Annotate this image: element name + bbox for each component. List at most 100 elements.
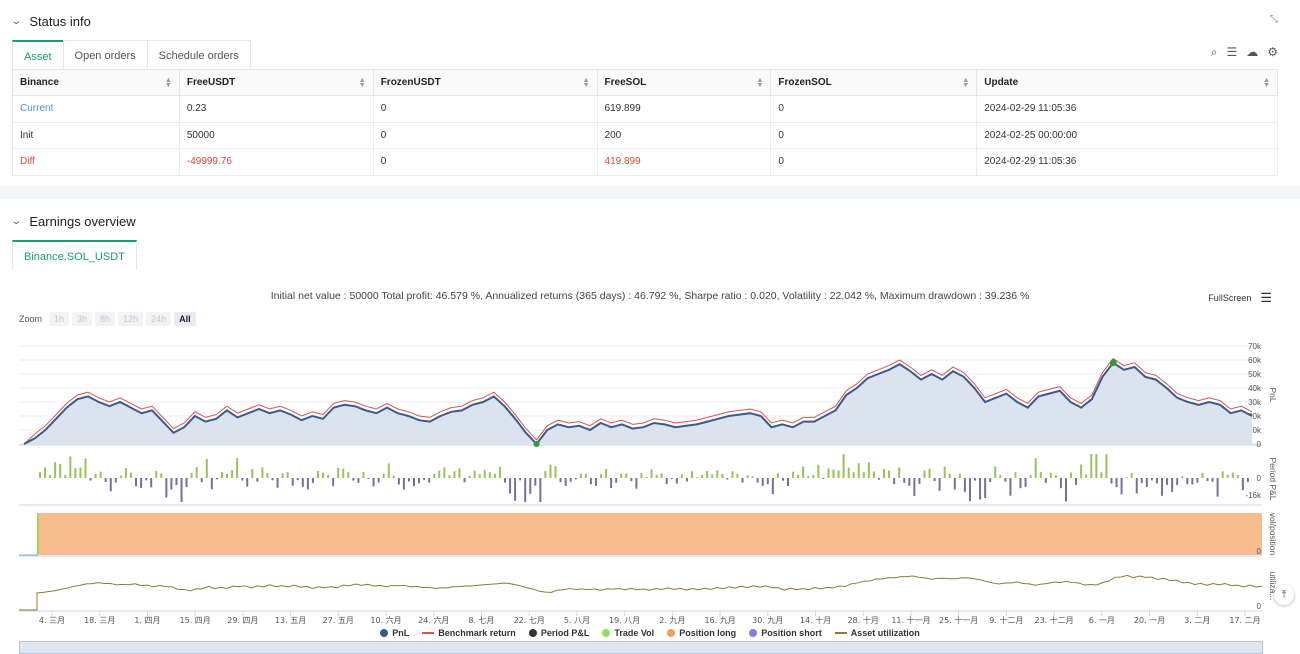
asset-utilization-line [19,574,1263,611]
sort-icon[interactable]: ▲ ▼ [359,77,366,89]
period-tick-label: -16k [1245,491,1262,500]
chart-navigator[interactable] [19,641,1263,654]
column-header-freesol[interactable]: FreeSOL ▲ ▼ [596,69,772,96]
period-pnl-bar [433,473,436,478]
chevron-down-icon[interactable]: ⌄ [11,16,22,27]
period-pnl-bar [519,478,522,481]
tab-schedule-orders[interactable]: Schedule orders [146,40,251,70]
pane-title: Period P&L [1268,458,1278,501]
legend-item[interactable]: Position short [749,628,822,638]
pane-title: vol/position [1268,513,1278,556]
period-pnl-bar [690,471,693,478]
period-pnl-bar [89,478,92,481]
period-pnl-bar [776,473,779,478]
table-cell: -49999.76 [178,148,374,176]
period-pnl-bar [544,470,547,478]
period-pnl-bar [49,475,52,478]
period-pnl-bar [1039,471,1042,478]
tab-asset[interactable]: Asset [12,40,64,70]
legend-item[interactable]: PnL [380,628,409,638]
period-pnl-bar [766,478,769,485]
scroll-to-top-button[interactable]: ⤒ [1274,585,1294,605]
table-cell: 619.899 [596,95,772,123]
period-pnl-bar [1029,475,1032,478]
search-icon[interactable]: ⌕ [1211,45,1218,60]
column-header-frozenusdt[interactable]: FrozenUSDT ▲ ▼ [372,69,598,96]
column-header-update[interactable]: Update ▲ ▼ [976,69,1278,96]
period-pnl-bar [1166,478,1169,485]
x-tick-label: 4. 三月 [39,616,65,625]
period-pnl-bar [1105,454,1108,478]
legend-swatch [380,629,389,637]
list-icon[interactable]: ☰ [1226,45,1237,60]
column-header-frozensol[interactable]: FrozenSOL ▲ ▼ [770,69,978,96]
status-info-header[interactable]: ⌄ Status info [11,14,91,29]
x-tick-label: 13. 五月 [275,616,306,625]
period-pnl-bar [827,468,830,478]
sort-icon[interactable]: ▲ ▼ [165,77,172,89]
x-tick-label: 30. 九月 [752,616,783,625]
period-pnl-bar [1236,475,1239,478]
period-pnl-bar [771,478,774,495]
period-pnl-bar [877,478,880,480]
period-pnl-bar [1070,472,1073,478]
period-pnl-bar [195,467,198,478]
period-pnl-bar [534,478,537,486]
period-pnl-bar [1211,478,1214,482]
legend-item[interactable]: Period P&L [528,628,590,638]
period-pnl-bar [241,478,244,481]
legend-item[interactable]: Benchmark return [422,628,516,638]
period-pnl-bar [999,474,1002,478]
period-pnl-bar [903,478,906,483]
legend-item[interactable]: Position long [667,628,736,638]
period-pnl-bar [746,475,749,478]
period-pnl-bar [64,474,67,478]
period-pnl-bar [39,472,41,478]
period-pnl-bar [337,467,340,478]
period-pnl-bar [59,463,62,478]
cloud-upload-icon[interactable]: ☁ [1246,45,1258,60]
x-tick-label: 25. 十一月 [939,615,978,625]
period-pnl-bar [1226,474,1229,478]
gear-icon[interactable]: ⚙ [1267,45,1278,60]
position-long-area [38,513,1262,555]
table-header-row: Binance ▲ ▼ FreeUSDT ▲ ▼ FrozenUSDT ▲ ▼ FreeSOL ▲ ▼… [12,69,1278,96]
period-pnl-bar [418,478,421,484]
period-pnl-bar [741,478,744,483]
x-tick-label: 10. 六月 [370,615,401,625]
sort-icon[interactable]: ▲ ▼ [756,77,763,89]
period-pnl-bar [327,474,330,478]
column-header-label: Binance [20,77,59,88]
column-header-freeusdt[interactable]: FreeUSDT ▲ ▼ [178,69,374,96]
table-cell: 50000 [178,121,374,149]
sort-icon[interactable]: ▲ ▼ [583,77,590,89]
legend-item[interactable]: Asset utilization [834,628,920,638]
column-header-binance[interactable]: Binance ▲ ▼ [12,69,180,96]
legend-item[interactable]: Trade Vol [602,628,654,638]
period-pnl-bar [246,478,249,487]
period-pnl-bar [564,478,567,486]
period-pnl-bar [296,478,299,481]
period-pnl-bar [620,473,623,478]
period-pnl-bar [1080,464,1083,478]
y-tick-label: 70k [1248,342,1262,351]
period-pnl-bar [938,478,941,491]
legend-label: Period P&L [540,628,590,638]
period-pnl-bar [190,472,193,478]
period-pnl-bar [605,468,608,478]
period-pnl-bar [1110,478,1113,484]
tab-open-orders[interactable]: Open orders [62,40,148,70]
period-pnl-bar [1246,478,1249,482]
sort-icon[interactable]: ▲ ▼ [1263,77,1270,89]
period-pnl-bar [281,473,284,478]
sort-icon[interactable]: ▲ ▼ [962,77,969,89]
period-pnl-bar [428,478,431,483]
table-cell: 0 [372,148,598,176]
collapse-icon[interactable]: ⤡ [1270,14,1278,25]
table-row: Init 50000 0 200 0 2024-02-25 00:00:00 [12,121,1278,149]
period-pnl-bar [630,478,633,482]
earnings-chart[interactable]: 70k60k50k40k30k20k10k00-16k00PnLPeriod P… [0,199,1300,654]
period-pnl-bar [883,469,886,478]
legend-label: Benchmark return [438,628,516,638]
period-pnl-bar [322,472,325,478]
